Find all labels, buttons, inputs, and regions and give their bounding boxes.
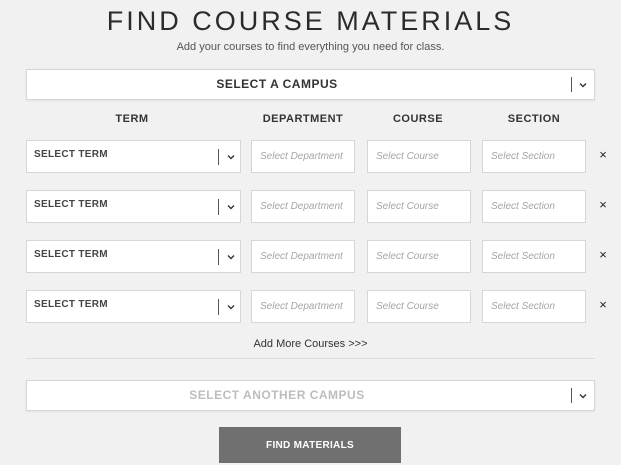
select-divider xyxy=(571,77,572,92)
term-select[interactable]: SELECT TERM xyxy=(26,190,241,223)
term-select-label: SELECT TERM xyxy=(34,149,108,160)
page-subtitle: Add your courses to find everything you … xyxy=(176,41,445,53)
course-row: SELECT TERM × xyxy=(0,240,621,273)
find-materials-button[interactable]: FIND MATERIALS xyxy=(219,427,401,463)
department-input[interactable] xyxy=(251,240,355,273)
column-header-section: SECTION xyxy=(507,113,561,125)
term-select[interactable]: SELECT TERM xyxy=(26,290,241,323)
department-input[interactable] xyxy=(251,290,355,323)
chevron-down-icon xyxy=(227,255,235,260)
column-header-course: COURSE xyxy=(392,113,444,125)
column-header-department: DEPARTMENT xyxy=(262,113,344,125)
section-input[interactable] xyxy=(482,290,586,323)
term-select-label: SELECT TERM xyxy=(34,299,108,310)
department-input[interactable] xyxy=(251,140,355,173)
course-input[interactable] xyxy=(367,140,471,173)
campus-select-label: SELECT A CAMPUS xyxy=(216,77,338,91)
another-campus-select-label: SELECT ANOTHER CAMPUS xyxy=(189,388,365,402)
term-select[interactable]: SELECT TERM xyxy=(26,240,241,273)
close-icon[interactable]: × xyxy=(597,248,609,261)
course-row: SELECT TERM × xyxy=(0,290,621,323)
course-row: SELECT TERM × xyxy=(0,190,621,223)
chevron-down-icon xyxy=(227,205,235,210)
close-icon[interactable]: × xyxy=(597,148,609,161)
course-row: SELECT TERM × xyxy=(0,140,621,173)
select-divider xyxy=(571,388,572,403)
campus-select[interactable]: SELECT A CAMPUS xyxy=(26,69,595,100)
close-icon[interactable]: × xyxy=(597,198,609,211)
chevron-down-icon xyxy=(227,305,235,310)
chevron-down-icon xyxy=(579,83,587,88)
course-input[interactable] xyxy=(367,240,471,273)
course-input[interactable] xyxy=(367,190,471,223)
department-input[interactable] xyxy=(251,190,355,223)
course-materials-page: FIND COURSE MATERIALS Add your courses t… xyxy=(0,0,621,465)
course-input[interactable] xyxy=(367,290,471,323)
term-select[interactable]: SELECT TERM xyxy=(26,140,241,173)
section-input[interactable] xyxy=(482,140,586,173)
term-select-label: SELECT TERM xyxy=(34,249,108,260)
another-campus-select[interactable]: SELECT ANOTHER CAMPUS xyxy=(26,380,595,411)
select-divider xyxy=(218,299,219,315)
section-input[interactable] xyxy=(482,240,586,273)
divider-line xyxy=(26,358,595,359)
select-divider xyxy=(218,149,219,165)
select-divider xyxy=(218,199,219,215)
section-input[interactable] xyxy=(482,190,586,223)
term-select-label: SELECT TERM xyxy=(34,199,108,210)
page-title: FIND COURSE MATERIALS xyxy=(106,6,515,36)
chevron-down-icon xyxy=(227,155,235,160)
add-more-courses-link[interactable]: Add More Courses >>> xyxy=(0,338,621,350)
column-header-term: TERM xyxy=(115,113,149,125)
select-divider xyxy=(218,249,219,265)
close-icon[interactable]: × xyxy=(597,298,609,311)
chevron-down-icon xyxy=(579,394,587,399)
